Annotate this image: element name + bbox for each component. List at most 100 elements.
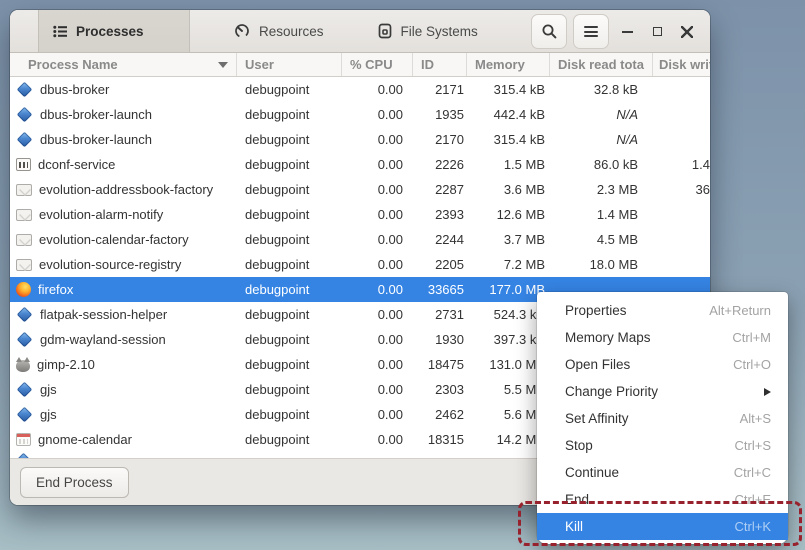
menu-item-memory-maps[interactable]: Memory Maps Ctrl+M [537,324,788,351]
end-process-button[interactable]: End Process [20,467,129,498]
disk-read-cell: N/A [550,107,653,122]
table-header: Process Name User% CPUIDMemoryDisk read t… [10,53,710,77]
user-cell: debugpoint [237,282,342,297]
column-header-memory[interactable]: Memory [467,53,550,76]
tab-file-systems[interactable]: File Systems [364,10,492,52]
titlebar-spacer [492,10,528,52]
column-header-disk-read-tota[interactable]: Disk read tota [550,53,653,76]
column-header-label: Process Name [28,57,118,72]
id-cell: 1935 [413,107,467,122]
cpu-cell: 0.00 [342,382,413,397]
id-cell: 33665 [413,282,467,297]
menu-item-set-affinity[interactable]: Set AffinityAlt+S [537,405,788,432]
table-row-evolution-calendar-factory[interactable]: evolution-calendar-factorydebugpoint0.00… [10,227,710,252]
table-row-evolution-alarm-notify[interactable]: evolution-alarm-notifydebugpoint0.002393… [10,202,710,227]
clipped-process-icon [16,453,32,458]
process-name-cell: dbus-broker [10,82,237,97]
menu-item-end[interactable]: End Ctrl+E [537,486,788,513]
user-cell: debugpoint [237,182,342,197]
column-header--cpu[interactable]: % CPU [342,53,413,76]
table-row-evolution-source-registry[interactable]: evolution-source-registrydebugpoint0.002… [10,252,710,277]
menu-item-continue[interactable]: ContinueCtrl+C [537,459,788,486]
disk-read-cell: 2.3 MB [550,182,653,197]
titlebar: Processes Resources File Systems [10,10,710,53]
menu-item-kill[interactable]: KillCtrl+K [537,513,788,540]
process-name-cell: gdm-wayland-session [10,332,237,347]
tab-label: Processes [76,24,144,39]
maximize-icon [653,27,662,36]
process-name-cell: evolution-alarm-notify [10,207,237,222]
user-cell: debugpoint [237,307,342,322]
tab-processes[interactable]: Processes [38,10,190,52]
process-name-cell: evolution-addressbook-factory [10,182,237,197]
process-name: gjs [40,407,57,422]
menu-item-label: Open Files [565,357,630,372]
search-button[interactable] [531,14,567,49]
disk-write-cell: 36 [653,182,710,197]
column-header-user[interactable]: User [237,53,342,76]
dconf-icon [16,158,31,171]
cpu-cell: 0.00 [342,357,413,372]
menu-item-shortcut: Ctrl+E [735,492,771,507]
cpu-cell: 0.00 [342,282,413,297]
maximize-button[interactable] [642,10,672,53]
dbus-diamond-icon [17,107,33,122]
process-name: gdm-wayland-session [40,332,166,347]
process-name: dbus-broker-launch [40,132,152,147]
app-diamond-icon [17,382,33,397]
menu-item-shortcut: Ctrl+M [732,330,771,345]
disk-read-cell: 1.4 MB [550,207,653,222]
user-cell: debugpoint [237,207,342,222]
search-icon [541,23,558,40]
cpu-cell: 0.00 [342,332,413,347]
user-cell: debugpoint [237,407,342,422]
memory-cell: 12.6 MB [467,207,550,222]
table-row-dbus-broker-launch[interactable]: dbus-broker-launchdebugpoint0.002170315.… [10,127,710,152]
column-header-process-name[interactable]: Process Name [10,53,237,76]
user-cell: debugpoint [237,157,342,172]
table-row-dbus-broker[interactable]: dbus-brokerdebugpoint0.002171315.4 kB32.… [10,77,710,102]
close-button[interactable] [672,10,702,53]
id-cell: 1930 [413,332,467,347]
hamburger-icon [584,26,598,37]
cpu-cell: 0.00 [342,157,413,172]
minimize-button[interactable] [612,10,642,53]
menu-button[interactable] [573,14,609,49]
menu-item-open-files[interactable]: Open FilesCtrl+O [537,351,788,378]
memory-cell: 1.5 MB [467,157,550,172]
column-header-disk-writ[interactable]: Disk writ [653,53,710,76]
menu-item-label: Memory Maps [565,330,651,345]
menu-item-change-priority[interactable]: Change Priority [537,378,788,405]
cpu-cell: 0.00 [342,407,413,422]
app-diamond-icon [17,307,33,322]
process-name-cell: gimp-2.10 [10,357,237,372]
menu-item-label: Change Priority [565,384,658,399]
menu-item-label: Kill [565,519,583,534]
cpu-cell: 0.00 [342,132,413,147]
table-row-dconf-service[interactable]: dconf-servicedebugpoint0.0022261.5 MB86.… [10,152,710,177]
memory-cell: 3.6 MB [467,182,550,197]
user-cell: debugpoint [237,132,342,147]
table-row-evolution-addressbook-factory[interactable]: evolution-addressbook-factorydebugpoint0… [10,177,710,202]
app-diamond-icon [17,332,33,347]
menu-item-label: End [565,492,589,507]
disk-read-cell: 4.5 MB [550,232,653,247]
column-header-id[interactable]: ID [413,53,467,76]
tab-resources[interactable]: Resources [220,10,338,52]
disk-read-cell: 32.8 kB [550,82,653,97]
menu-item-properties[interactable]: PropertiesAlt+Return [537,297,788,324]
process-name: dbus-broker [40,82,109,97]
id-cell: 2244 [413,232,467,247]
user-cell: debugpoint [237,382,342,397]
table-row-dbus-broker-launch[interactable]: dbus-broker-launchdebugpoint0.001935442.… [10,102,710,127]
user-cell: debugpoint [237,432,342,447]
id-cell: 2731 [413,307,467,322]
menu-item-stop[interactable]: StopCtrl+S [537,432,788,459]
cpu-cell: 0.00 [342,432,413,447]
menu-item-shortcut: Ctrl+C [734,465,771,480]
memory-cell: 7.2 MB [467,257,550,272]
dbus-diamond-icon [17,82,33,97]
menu-item-shortcut: Ctrl+S [735,438,771,453]
process-name: gjs [40,382,57,397]
user-cell: debugpoint [237,332,342,347]
